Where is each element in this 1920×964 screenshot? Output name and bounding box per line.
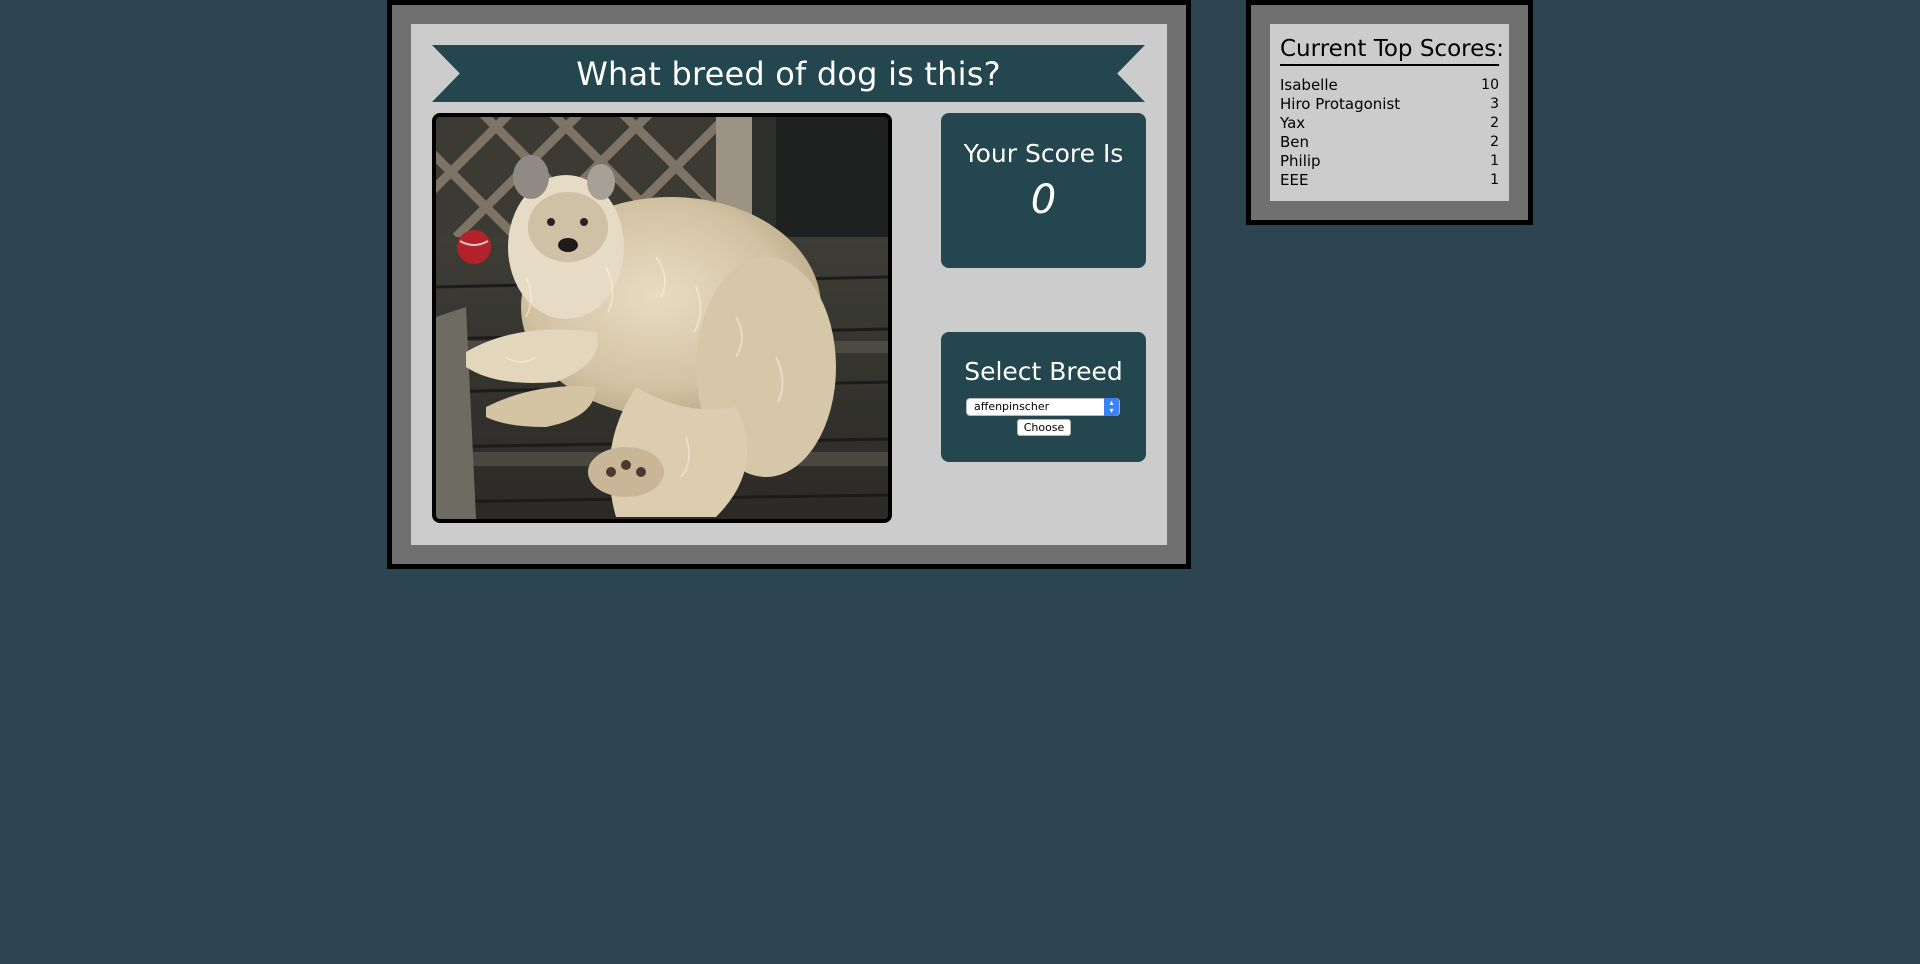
- leaderboard-score: 2: [1490, 134, 1499, 150]
- leaderboard-name: Isabelle: [1280, 76, 1338, 94]
- leaderboard-row: Yax 2: [1280, 114, 1499, 133]
- score-label: Your Score Is: [963, 139, 1124, 168]
- leaderboard-card: Current Top Scores: Isabelle 10 Hiro Pro…: [1270, 24, 1509, 201]
- game-card: What breed of dog is this? Your Score Is…: [411, 24, 1167, 545]
- dog-photo-frame: [432, 113, 892, 523]
- dog-photo: [436, 117, 888, 519]
- page-title: What breed of dog is this?: [576, 54, 1001, 93]
- leaderboard-name: EEE: [1280, 171, 1309, 189]
- leaderboard-name: Philip: [1280, 152, 1321, 170]
- leaderboard-name: Yax: [1280, 114, 1306, 132]
- leaderboard-row: EEE 1: [1280, 171, 1499, 190]
- select-breed-box: Select Breed affenpinscher ▴ ▾ Choose: [941, 332, 1146, 462]
- select-arrows-icon: ▴ ▾: [1104, 398, 1119, 416]
- leaderboard-panel: Current Top Scores: Isabelle 10 Hiro Pro…: [1246, 0, 1533, 225]
- choose-button[interactable]: Choose: [1017, 419, 1071, 436]
- leaderboard-row: Ben 2: [1280, 133, 1499, 152]
- leaderboard-score: 1: [1490, 172, 1499, 188]
- score-box: Your Score Is 0: [941, 113, 1146, 268]
- leaderboard-row: Philip 1: [1280, 152, 1499, 171]
- leaderboard-row: Hiro Protagonist 3: [1280, 95, 1499, 114]
- dog-photo-image: [436, 117, 888, 519]
- leaderboard-score: 1: [1490, 153, 1499, 169]
- leaderboard-name: Ben: [1280, 133, 1310, 151]
- leaderboard-score: 10: [1481, 77, 1499, 93]
- game-panel: What breed of dog is this? Your Score Is…: [387, 0, 1191, 569]
- score-value: 0: [1030, 177, 1057, 223]
- leaderboard-title: Current Top Scores:: [1280, 34, 1504, 66]
- breed-select-value: affenpinscher: [974, 400, 1050, 413]
- leaderboard-score: 2: [1490, 115, 1499, 131]
- select-breed-label: Select Breed: [964, 357, 1123, 386]
- leaderboard-row: Isabelle 10: [1280, 76, 1499, 95]
- leaderboard-border: Current Top Scores: Isabelle 10 Hiro Pro…: [1251, 5, 1528, 220]
- leaderboard-score: 3: [1490, 96, 1499, 112]
- breed-select[interactable]: affenpinscher ▴ ▾: [966, 398, 1120, 416]
- leaderboard-name: Hiro Protagonist: [1280, 95, 1401, 113]
- game-panel-border: What breed of dog is this? Your Score Is…: [392, 5, 1186, 564]
- title-banner: What breed of dog is this?: [432, 45, 1145, 102]
